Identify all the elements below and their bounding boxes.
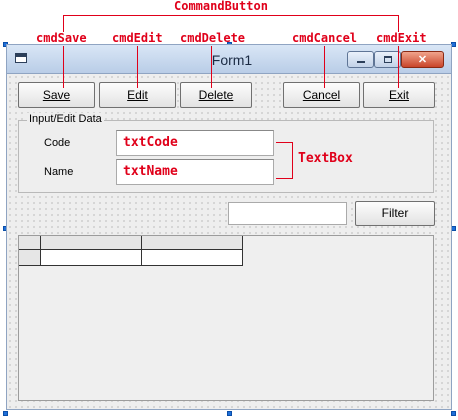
annotation-line-cmdsave	[63, 46, 64, 88]
grid-row-header[interactable]	[19, 250, 41, 266]
filter-input[interactable]	[228, 202, 347, 225]
filter-button[interactable]: Filter	[355, 201, 435, 226]
selection-handle-bm[interactable]	[227, 411, 232, 416]
cancel-button[interactable]: Cancel	[283, 82, 360, 108]
annotation-bracket-left	[63, 15, 64, 32]
window-form-icon	[15, 53, 27, 63]
form-client-area: Save Edit Delete Cancel Exit Input/Edit …	[7, 74, 451, 409]
close-icon[interactable]	[401, 51, 444, 68]
delete-button-label: Delete	[198, 88, 234, 102]
minimize-icon[interactable]	[347, 51, 374, 68]
annotation-line-cmdcancel	[324, 46, 325, 88]
save-button[interactable]: Save	[18, 82, 95, 108]
input-edit-frame: Input/Edit Data Code Name txtCode txtNam…	[18, 113, 434, 193]
exit-button-label: Exit	[388, 88, 409, 102]
grid-cell[interactable]	[142, 250, 243, 266]
annotation-cmdedit: cmdEdit	[112, 31, 163, 45]
annotation-line-cmddelete	[211, 46, 212, 88]
annotation-cmdexit: cmdExit	[376, 31, 427, 45]
annotation-commandbutton: CommandButton	[174, 0, 268, 13]
filter-button-label: Filter	[381, 206, 409, 220]
frame-caption: Input/Edit Data	[27, 113, 104, 125]
exit-button[interactable]: Exit	[363, 82, 435, 108]
selection-handle-bl[interactable]	[3, 411, 8, 416]
selection-handle-br[interactable]	[451, 411, 456, 416]
annotation-textbox-bracket-bottom	[276, 178, 293, 179]
annotation-bracket-top	[63, 15, 398, 16]
annotation-line-cmdexit	[398, 46, 399, 88]
form-window: Form1 Save Edit Delete Cancel Exit Input…	[6, 44, 452, 410]
grid-header-cell[interactable]	[142, 236, 243, 250]
name-label: Name	[44, 166, 74, 178]
maximize-icon[interactable]	[374, 51, 401, 68]
annotation-bracket-right	[398, 15, 399, 32]
annotation-cmdcancel: cmdCancel	[292, 31, 358, 45]
code-textbox[interactable]: txtCode	[116, 130, 274, 156]
annotation-line-cmdedit	[137, 46, 138, 88]
annotation-textbox-bracket-top	[276, 142, 293, 143]
window-title: Form1	[211, 52, 253, 68]
edit-button-label: Edit	[127, 88, 148, 102]
title-bar[interactable]: Form1	[7, 45, 451, 74]
annotation-textbox-bracket-side	[292, 142, 293, 179]
annotation-cmdsave: cmdSave	[36, 31, 87, 45]
grid-header-cell[interactable]	[41, 236, 142, 250]
delete-button[interactable]: Delete	[180, 82, 252, 108]
annotation-textbox: TextBox	[298, 151, 353, 166]
annotation-cmddelete: cmdDelete	[180, 31, 246, 45]
code-label: Code	[44, 137, 71, 149]
cancel-button-label: Cancel	[302, 88, 341, 102]
name-textbox[interactable]: txtName	[116, 159, 274, 185]
data-grid[interactable]	[18, 235, 434, 401]
save-button-label: Save	[42, 88, 71, 102]
grid-corner-cell	[19, 236, 41, 250]
grid-cell[interactable]	[41, 250, 142, 266]
